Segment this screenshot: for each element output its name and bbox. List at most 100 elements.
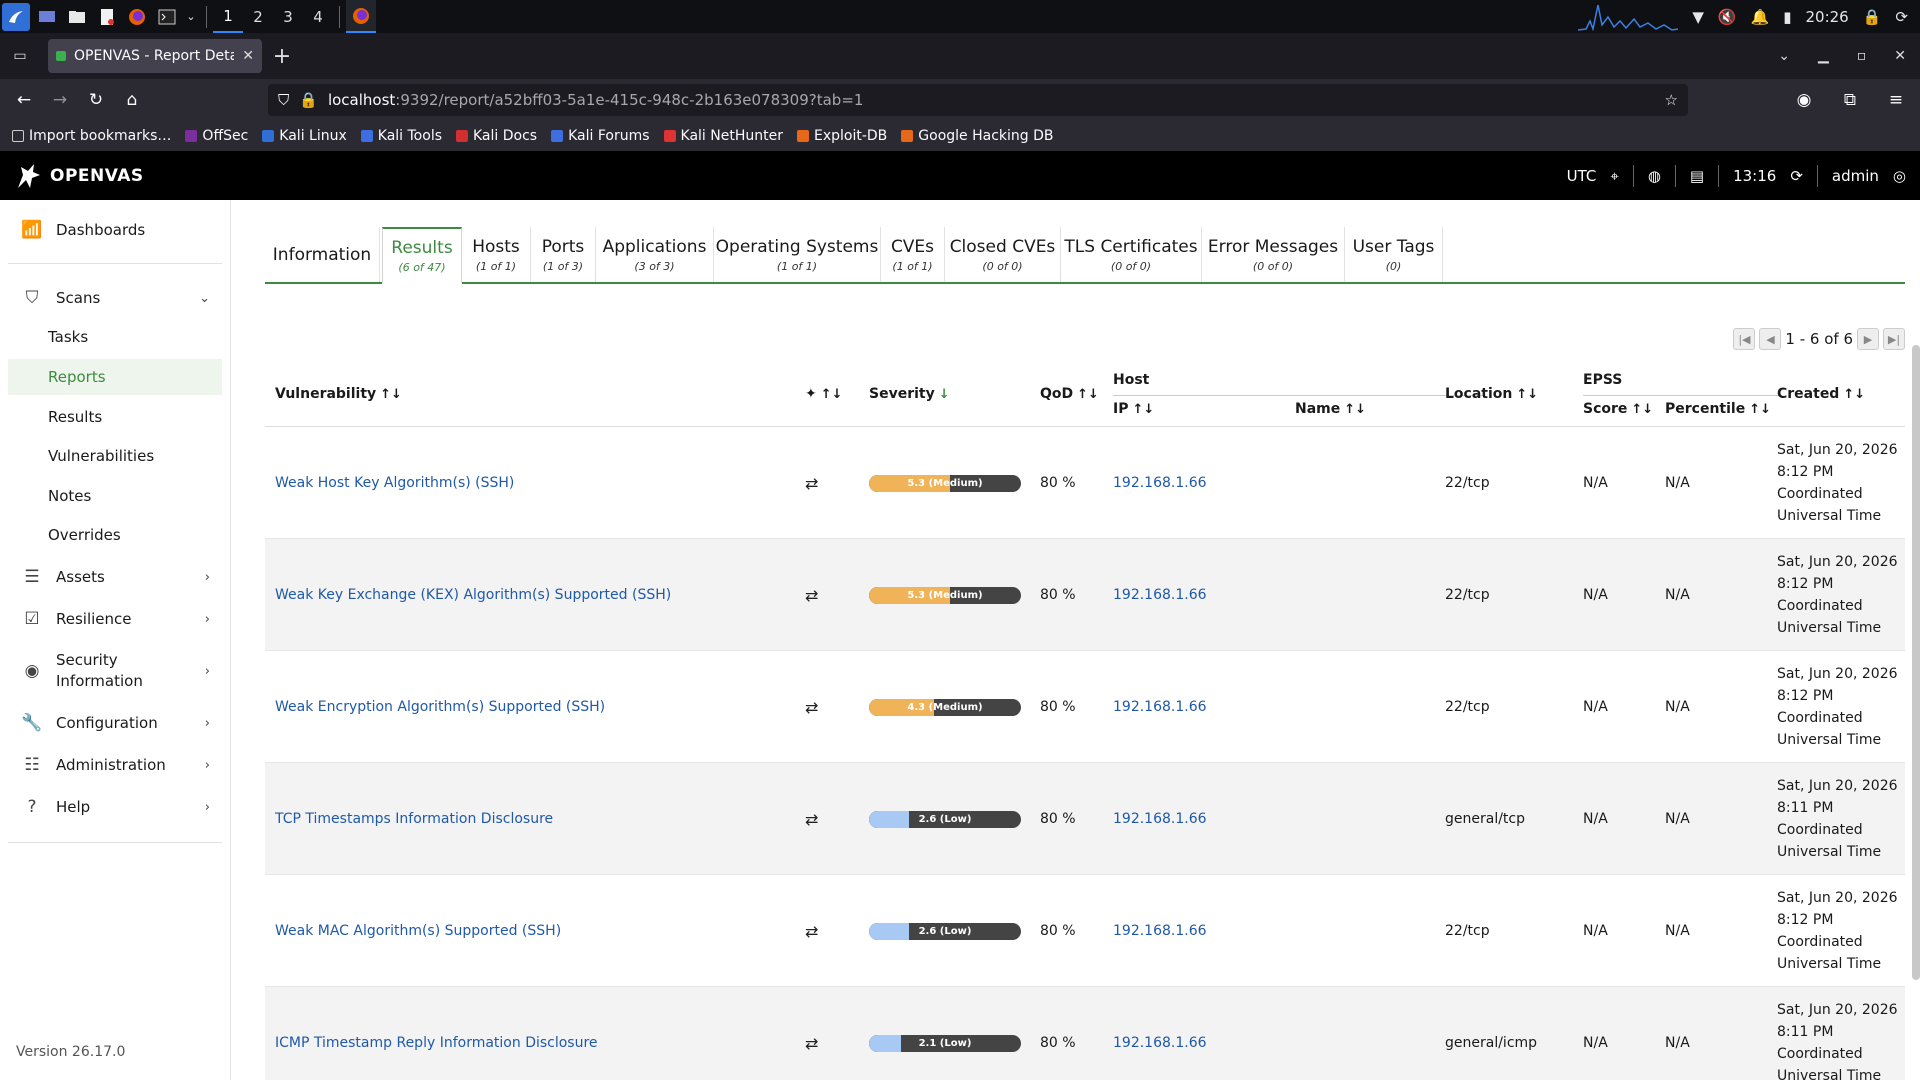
account-icon[interactable]: ◉ — [1786, 82, 1822, 118]
table-row[interactable]: Weak Key Exchange (KEX) Algorithm(s) Sup… — [265, 539, 1905, 651]
terminal-icon[interactable] — [154, 5, 180, 29]
column-name[interactable]: Name ↑↓ — [1295, 401, 1366, 417]
page-scrollbar[interactable] — [1912, 345, 1920, 980]
bookmark-google-hacking-db[interactable]: Google Hacking DB — [901, 128, 1054, 144]
sidebar-item-results[interactable]: Results — [8, 399, 222, 435]
tab-tls-certificates[interactable]: TLS Certificates (0 of 0) — [1061, 227, 1202, 282]
sidebar-item-configuration[interactable]: 🔧 Configuration › — [8, 707, 222, 739]
column-created[interactable]: Created ↑↓ — [1777, 386, 1865, 402]
tab-user-tags[interactable]: User Tags (0) — [1345, 227, 1443, 282]
vulnerability-link[interactable]: Weak Key Exchange (KEX) Algorithm(s) Sup… — [275, 587, 671, 603]
chevron-down-icon[interactable]: ⌄ — [184, 5, 198, 29]
host-ip-link[interactable]: 192.168.1.66 — [1113, 699, 1207, 715]
taskbar-clock[interactable]: 20:26 — [1806, 8, 1849, 26]
list-all-tabs-icon[interactable]: ⌄ — [1778, 48, 1790, 64]
column-ip[interactable]: IP ↑↓ — [1113, 401, 1154, 417]
tab-operating-systems[interactable]: Operating Systems (1 of 1) — [714, 227, 881, 282]
sidebar-item-dashboards[interactable]: 📶 Dashboards — [8, 216, 222, 244]
battery-icon[interactable]: ▮ — [1783, 8, 1791, 26]
bookmark-kali-docs[interactable]: Kali Docs — [456, 128, 537, 144]
mute-icon[interactable]: 🔇 — [1718, 8, 1737, 26]
tab-cves[interactable]: CVEs (1 of 1) — [881, 227, 945, 282]
minimize-icon[interactable]: ▁ — [1818, 48, 1829, 64]
sidebar-item-vulnerabilities[interactable]: Vulnerabilities — [8, 438, 222, 474]
lock-icon[interactable]: 🔒 — [1863, 8, 1882, 26]
table-row[interactable]: TCP Timestamps Information Disclosure ⇄ … — [265, 763, 1905, 875]
table-row[interactable]: Weak Encryption Algorithm(s) Supported (… — [265, 651, 1905, 763]
host-ip-link[interactable]: 192.168.1.66 — [1113, 475, 1207, 491]
back-icon[interactable]: ← — [6, 82, 42, 118]
bookmark-kali-tools[interactable]: Kali Tools — [360, 128, 442, 144]
url-bar[interactable]: ⛉ 🔒 localhost:9392/report/a52bff03-5a1e-… — [268, 84, 1688, 116]
tab-ports[interactable]: Ports (1 of 3) — [531, 227, 596, 282]
maximize-icon[interactable]: ▫ — [1857, 48, 1867, 64]
close-window-icon[interactable]: ✕ — [1894, 48, 1906, 64]
user-icon[interactable]: ◎ — [1893, 167, 1906, 185]
language-flag-icon[interactable]: ◍ — [1648, 167, 1661, 185]
workspace-4[interactable]: 4 — [303, 0, 333, 33]
bookmark-exploit-db[interactable]: Exploit-DB — [796, 128, 887, 144]
tab-applications[interactable]: Applications (3 of 3) — [596, 227, 714, 282]
sidebar-item-overrides[interactable]: Overrides — [8, 517, 222, 553]
tab-results[interactable]: Results (6 of 47) — [382, 227, 462, 284]
desktop-icon[interactable] — [34, 5, 60, 29]
page-info-icon[interactable]: 🔒 — [299, 91, 318, 109]
host-ip-link[interactable]: 192.168.1.66 — [1113, 587, 1207, 603]
column-qod[interactable]: QoD ↑↓ — [1040, 386, 1099, 402]
bookmark-kali-linux[interactable]: Kali Linux — [262, 128, 347, 144]
vulnerability-link[interactable]: Weak MAC Algorithm(s) Supported (SSH) — [275, 923, 561, 939]
tab-information[interactable]: Information — [265, 227, 380, 282]
column-severity[interactable]: Severity ↓ — [869, 386, 950, 402]
sidebar-item-resilience[interactable]: ☑ Resilience › — [8, 603, 222, 635]
table-row[interactable]: ICMP Timestamp Reply Information Disclos… — [265, 987, 1905, 1080]
bookmark-import[interactable]: Import bookmarks… — [12, 128, 171, 144]
openvas-logo[interactable]: OPENVAS — [14, 161, 144, 191]
column-percentile[interactable]: Percentile ↑↓ — [1665, 401, 1771, 417]
username-label[interactable]: admin — [1832, 167, 1879, 185]
vulnerability-link[interactable]: Weak Encryption Algorithm(s) Supported (… — [275, 699, 605, 715]
sidebar-item-help[interactable]: ? Help › — [8, 791, 222, 823]
next-page-button[interactable]: ▶ — [1857, 328, 1879, 350]
close-tab-icon[interactable]: ✕ — [242, 48, 254, 64]
previous-page-button[interactable]: ◀ — [1759, 328, 1782, 350]
wifi-icon[interactable]: ▼ — [1692, 8, 1704, 26]
forward-icon[interactable]: → — [42, 82, 78, 118]
sidebar-item-assets[interactable]: ☰ Assets › — [8, 561, 222, 593]
table-row[interactable]: Weak Host Key Algorithm(s) (SSH) ⇄ 5.3 (… — [265, 427, 1905, 539]
bookmark-star-icon[interactable]: ☆ — [1665, 91, 1678, 109]
file-manager-icon[interactable] — [64, 5, 90, 29]
workspace-3[interactable]: 3 — [273, 0, 303, 33]
column-score[interactable]: Score ↑↓ — [1583, 401, 1653, 417]
kali-menu-icon[interactable] — [2, 2, 30, 31]
vulnerability-link[interactable]: Weak Host Key Algorithm(s) (SSH) — [275, 475, 514, 491]
power-icon[interactable]: ⟳ — [1895, 8, 1908, 26]
vulnerability-link[interactable]: ICMP Timestamp Reply Information Disclos… — [275, 1035, 598, 1051]
manual-icon[interactable]: ▤ — [1690, 167, 1704, 185]
host-ip-link[interactable]: 192.168.1.66 — [1113, 811, 1207, 827]
tab-hosts[interactable]: Hosts (1 of 1) — [462, 227, 531, 282]
column-location[interactable]: Location ↑↓ — [1445, 386, 1538, 402]
bookmark-offsec[interactable]: OffSec — [185, 128, 248, 144]
firefox-icon[interactable] — [124, 5, 150, 29]
shield-icon[interactable]: ⛉ — [278, 91, 289, 109]
text-editor-icon[interactable] — [94, 5, 120, 29]
new-tab-button[interactable]: + — [262, 44, 302, 69]
menu-icon[interactable]: ≡ — [1878, 82, 1914, 118]
column-vulnerability[interactable]: Vulnerability ↑↓ — [275, 386, 402, 402]
notification-bell-icon[interactable]: 🔔 — [1751, 8, 1770, 26]
bookmark-kali-nethunter[interactable]: Kali NetHunter — [663, 128, 783, 144]
sidebar-item-scans[interactable]: ⛉ Scans ⌄ — [8, 282, 222, 314]
sidebar-item-notes[interactable]: Notes — [8, 478, 222, 514]
host-ip-link[interactable]: 192.168.1.66 — [1113, 923, 1207, 939]
vulnerability-link[interactable]: TCP Timestamps Information Disclosure — [275, 811, 553, 827]
sidebar-item-security-information[interactable]: ◉ Security Information › — [8, 649, 222, 693]
workspace-1[interactable]: 1 — [213, 0, 243, 33]
sidebar-item-reports[interactable]: Reports — [8, 359, 222, 395]
browser-tab-active[interactable]: OPENVAS - Report Details ✕ — [48, 39, 262, 73]
last-page-button[interactable]: ▶| — [1883, 328, 1905, 350]
tab-error-messages[interactable]: Error Messages (0 of 0) — [1202, 227, 1345, 282]
table-row[interactable]: Weak MAC Algorithm(s) Supported (SSH) ⇄ … — [265, 875, 1905, 987]
workspace-2[interactable]: 2 — [243, 0, 273, 33]
bookmark-kali-forums[interactable]: Kali Forums — [551, 128, 650, 144]
sidebar-item-tasks[interactable]: Tasks — [8, 319, 222, 355]
